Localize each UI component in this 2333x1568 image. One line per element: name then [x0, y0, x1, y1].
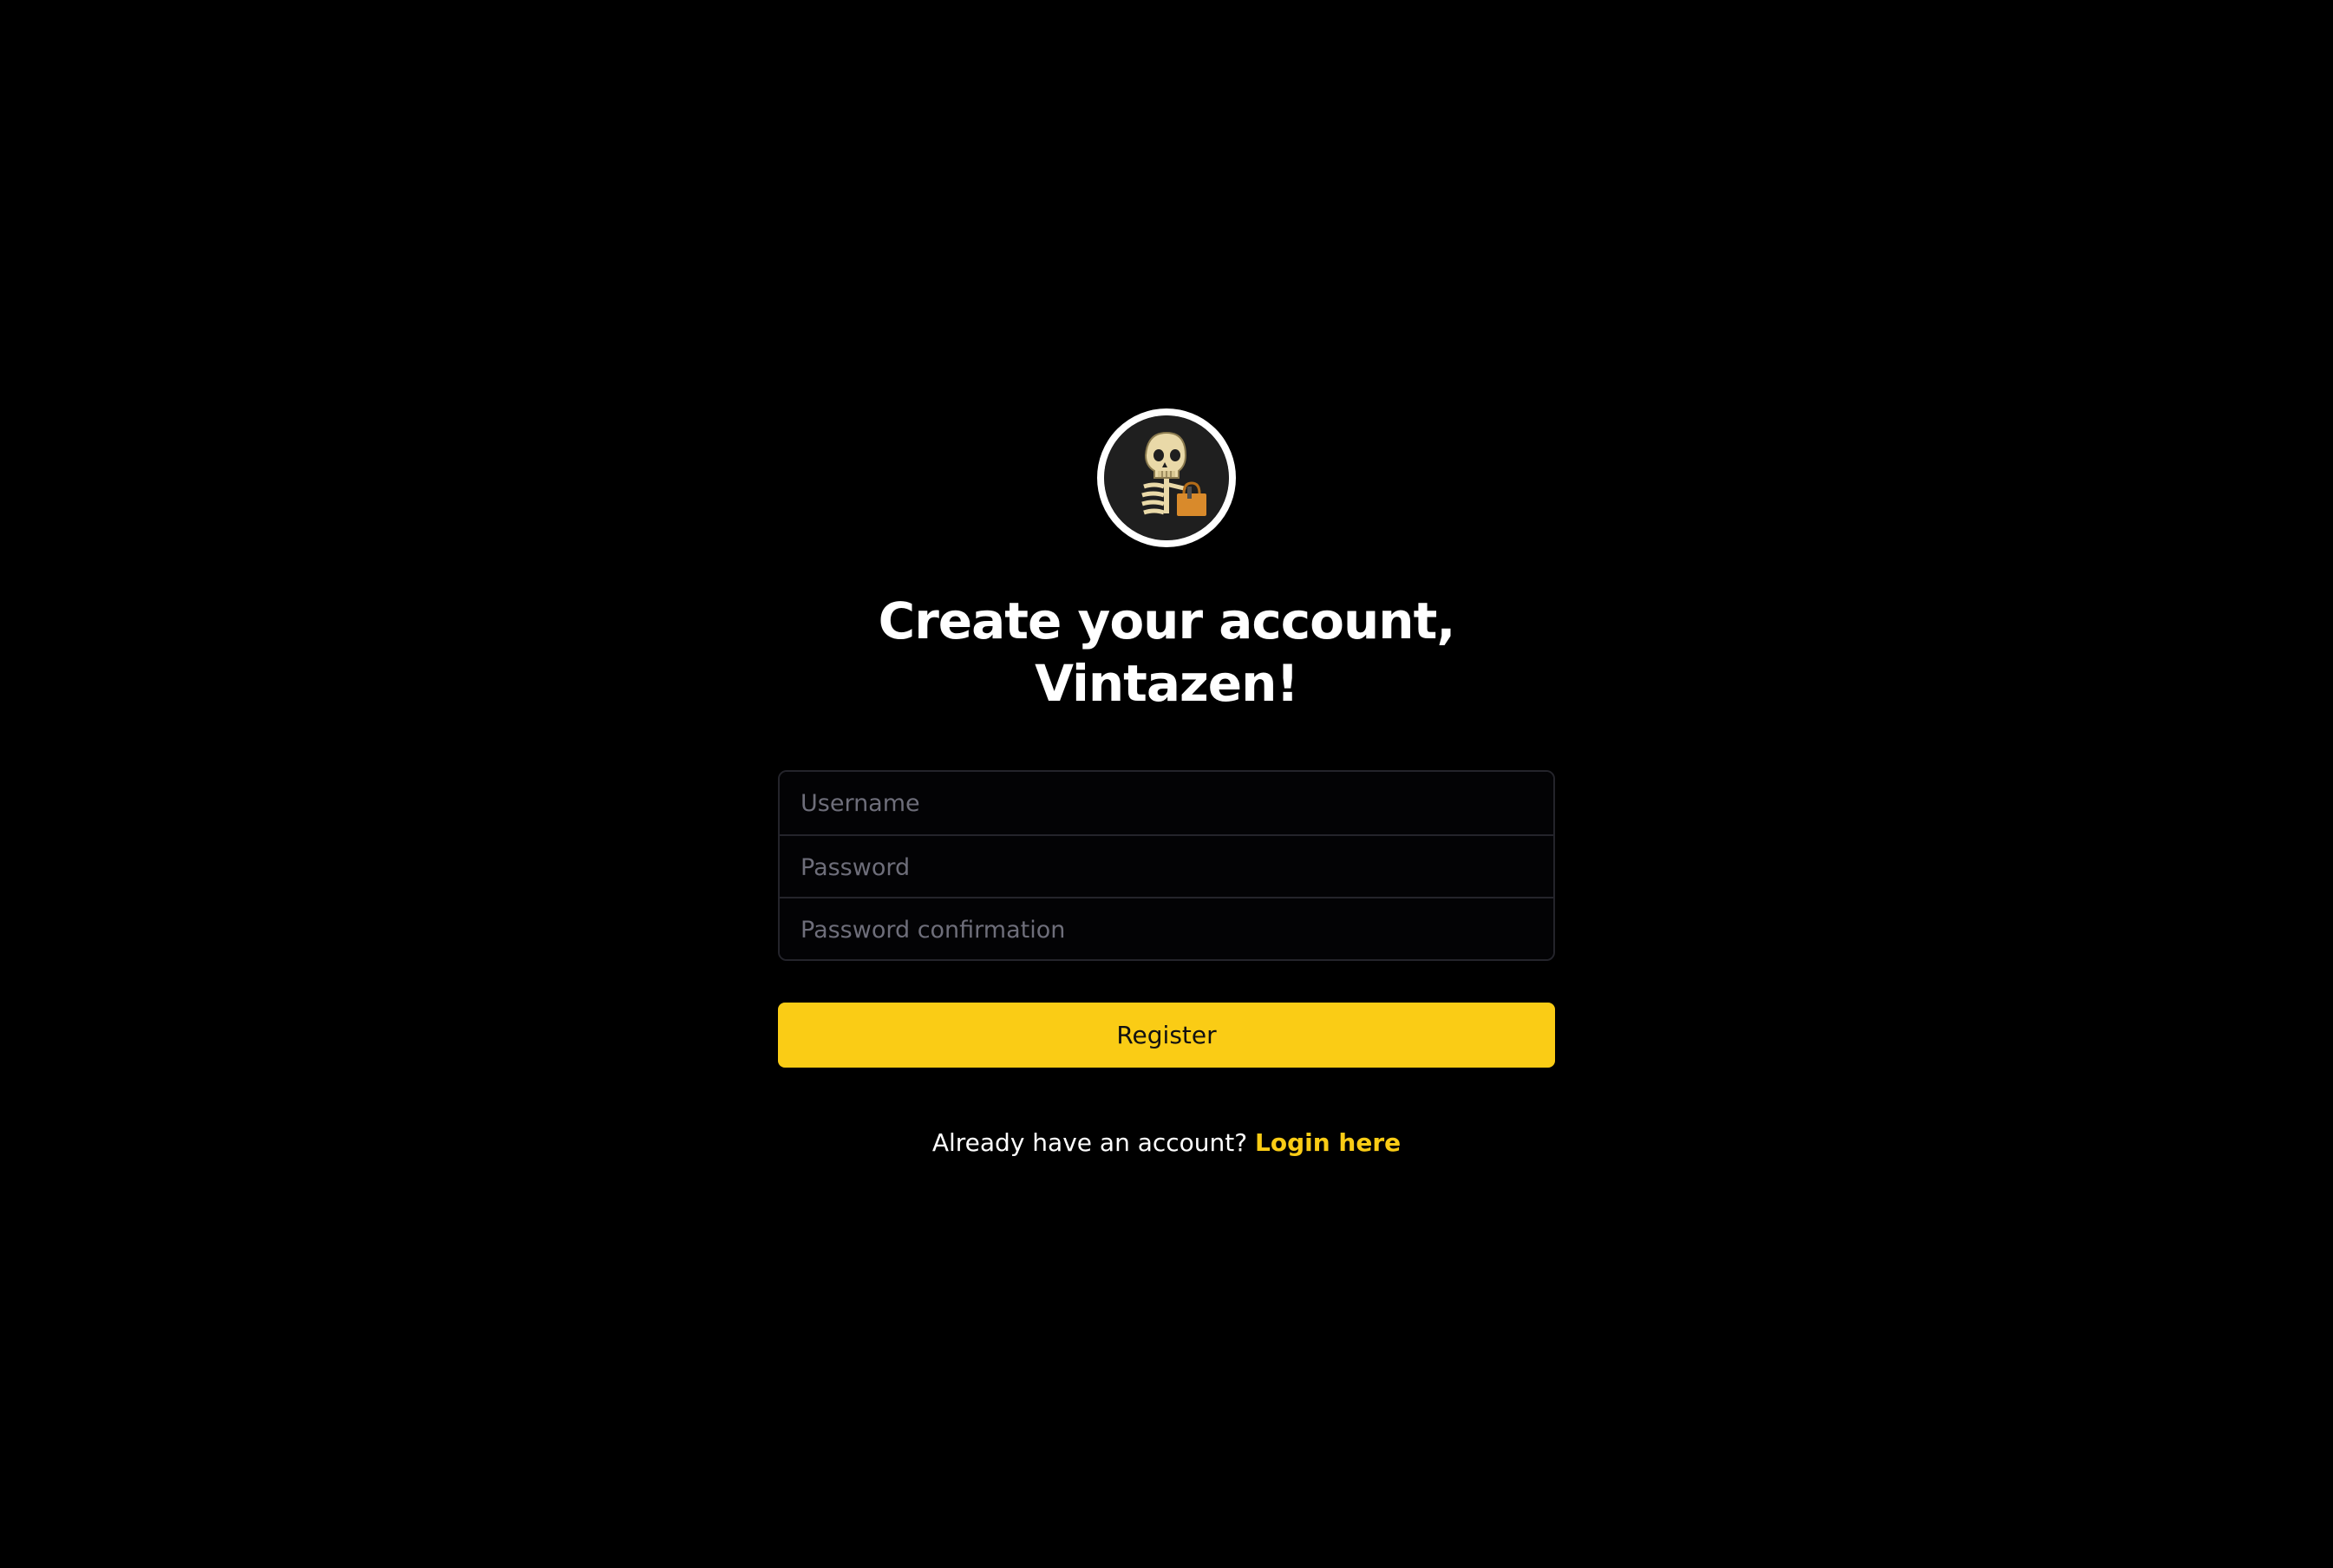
- login-link[interactable]: Login here: [1255, 1128, 1401, 1157]
- registration-form: [778, 770, 1555, 961]
- register-page: Create your account, Vintazen! Register …: [0, 0, 2333, 1568]
- username-input[interactable]: [780, 772, 1553, 834]
- login-prompt: Already have an account? Login here: [733, 1126, 1600, 1160]
- register-button[interactable]: Register: [778, 1003, 1555, 1068]
- title-line-1: Create your account,: [878, 591, 1456, 650]
- login-prompt-text: Already have an account?: [931, 1128, 1256, 1157]
- title-line-2: Vintazen!: [1035, 654, 1299, 713]
- skeleton-with-shopping-bag-icon: [1104, 415, 1229, 540]
- password-confirmation-input[interactable]: [780, 898, 1553, 959]
- avatar: [1097, 408, 1236, 547]
- password-input[interactable]: [780, 836, 1553, 898]
- page-title: Create your account, Vintazen!: [733, 590, 1600, 715]
